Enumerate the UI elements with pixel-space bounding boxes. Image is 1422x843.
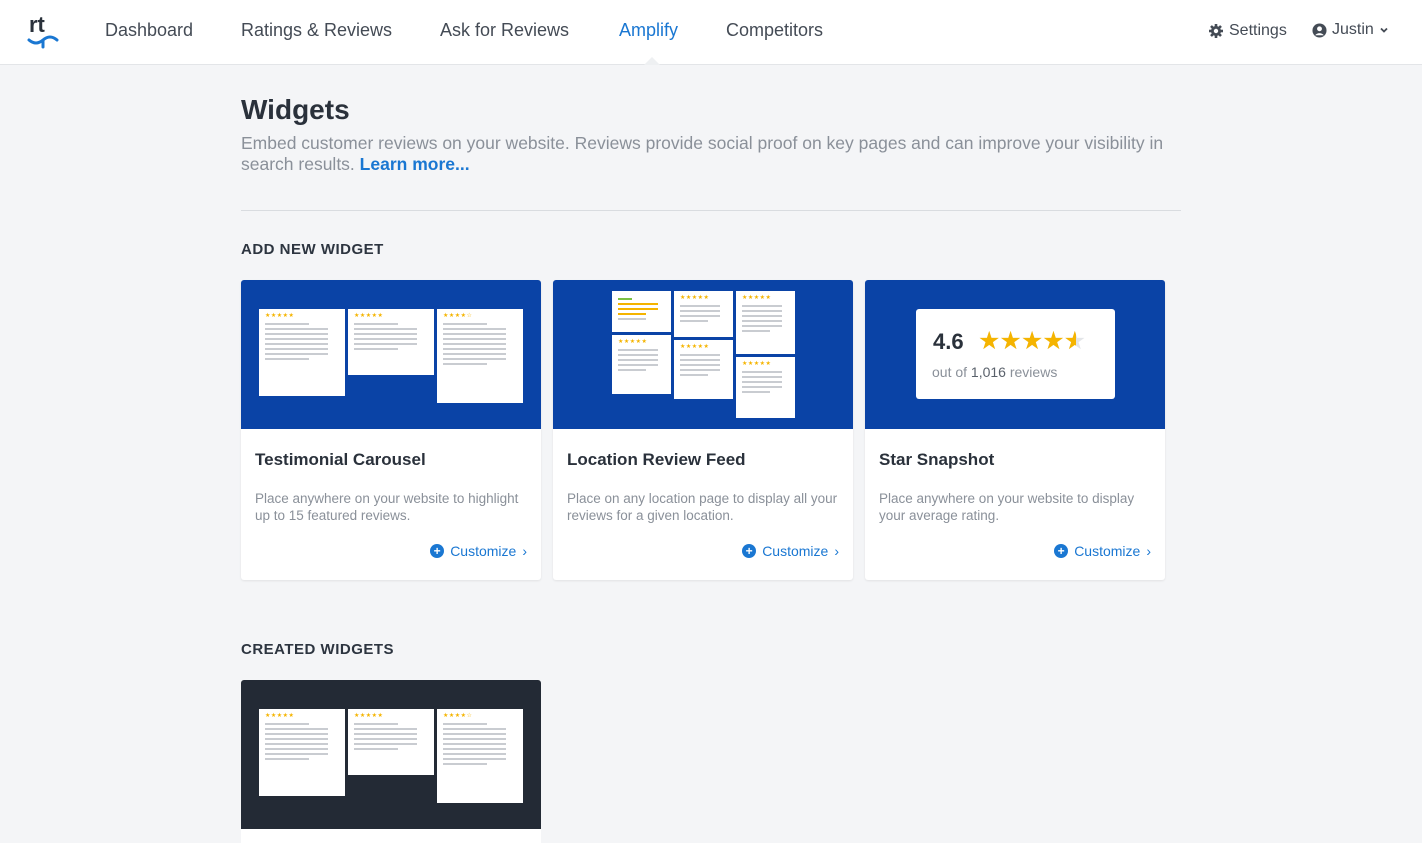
customize-label: Customize	[450, 543, 517, 559]
preview-summary-card	[612, 291, 671, 332]
page-intro: Embed customer reviews on your website. …	[241, 133, 1186, 175]
plus-circle-icon: +	[430, 544, 445, 558]
average-rating: 4.6	[933, 329, 964, 354]
chevron-right-icon: ›	[522, 543, 527, 559]
active-nav-indicator	[644, 57, 660, 65]
card-title: Star Snapshot	[879, 450, 995, 469]
user-name: Justin	[1332, 21, 1374, 38]
preview-review-card: ★★★★☆	[437, 309, 523, 403]
card-title: Testimonial Carousel	[255, 450, 426, 469]
card-description: Place anywhere on your website to displa…	[879, 491, 1135, 523]
nav-ratings-reviews[interactable]: Ratings & Reviews	[241, 20, 392, 41]
settings-link[interactable]: Settings	[1208, 22, 1287, 40]
gear-icon	[1209, 24, 1223, 38]
user-menu[interactable]: Justin	[1312, 21, 1389, 39]
preview-review-card: ★★★★★	[348, 309, 434, 375]
chevron-down-icon	[1380, 27, 1388, 33]
chevron-right-icon: ›	[1146, 543, 1151, 559]
card-description: Place on any location page to display al…	[567, 491, 838, 523]
plus-circle-icon: +	[1054, 544, 1069, 558]
preview-review-card: ★★★★★	[736, 357, 795, 418]
customize-label: Customize	[762, 543, 829, 559]
nav-ask-for-reviews[interactable]: Ask for Reviews	[440, 20, 569, 41]
rating-stars-icon: ★★★★★ ★★★★★	[978, 327, 1086, 355]
customize-button[interactable]: + Customize ›	[430, 543, 527, 559]
divider	[241, 210, 1181, 211]
created-widget-card[interactable]: ★★★★★ ★★★★★ ★★★★☆	[241, 680, 541, 843]
star-snapshot-preview: 4.6 ★★★★★ ★★★★★ out of 1,016 reviews	[865, 280, 1165, 429]
location-review-feed-preview: ★★★★★ ★★★★★ ★★★★★ ★★★★★ ★★★★★	[553, 280, 853, 429]
user-avatar-icon	[1312, 22, 1327, 38]
page-title: Widgets	[241, 94, 350, 125]
widget-card-star-snapshot[interactable]: 4.6 ★★★★★ ★★★★★ out of 1,016 reviews Sta…	[865, 280, 1165, 580]
preview-review-card: ★★★★★	[674, 291, 733, 337]
nav-dashboard[interactable]: Dashboard	[105, 20, 193, 41]
svg-text:rt: rt	[29, 12, 46, 37]
plus-circle-icon: +	[742, 544, 757, 558]
preview-review-card: ★★★★★	[348, 709, 434, 775]
preview-review-card: ★★★★★	[612, 335, 671, 394]
top-header: rt Dashboard Ratings & Reviews Ask for R…	[0, 0, 1422, 65]
card-description: Place anywhere on your website to highli…	[255, 491, 519, 523]
nav-amplify[interactable]: Amplify	[619, 20, 678, 41]
widget-card-location-review-feed[interactable]: ★★★★★ ★★★★★ ★★★★★ ★★★★★ ★★★★★ Location R…	[553, 280, 853, 580]
customize-label: Customize	[1074, 543, 1141, 559]
widget-card-testimonial-carousel[interactable]: ★★★★★ ★★★★★ ★★★★☆ Testimonial Carousel P…	[241, 280, 541, 580]
nav-competitors[interactable]: Competitors	[726, 20, 823, 41]
settings-label: Settings	[1229, 22, 1287, 39]
preview-review-card: ★★★★★	[259, 709, 345, 796]
created-widget-preview: ★★★★★ ★★★★★ ★★★★☆	[241, 680, 541, 829]
star-snapshot-box: 4.6 ★★★★★ ★★★★★ out of 1,016 reviews	[916, 309, 1115, 399]
review-count: out of 1,016 reviews	[932, 364, 1058, 380]
card-title: Location Review Feed	[567, 450, 746, 469]
customize-button[interactable]: + Customize ›	[742, 543, 839, 559]
preview-review-card: ★★★★☆	[437, 709, 523, 803]
preview-review-card: ★★★★★	[674, 340, 733, 399]
preview-review-card: ★★★★★	[259, 309, 345, 396]
rt-logo-icon[interactable]: rt	[26, 12, 60, 52]
preview-review-card: ★★★★★	[736, 291, 795, 354]
testimonial-carousel-preview: ★★★★★ ★★★★★ ★★★★☆	[241, 280, 541, 429]
learn-more-link[interactable]: Learn more...	[360, 154, 470, 174]
add-new-widget-heading: ADD NEW WIDGET	[241, 241, 384, 258]
created-widgets-heading: CREATED WIDGETS	[241, 641, 395, 658]
customize-button[interactable]: + Customize ›	[1054, 543, 1151, 559]
chevron-right-icon: ›	[834, 543, 839, 559]
